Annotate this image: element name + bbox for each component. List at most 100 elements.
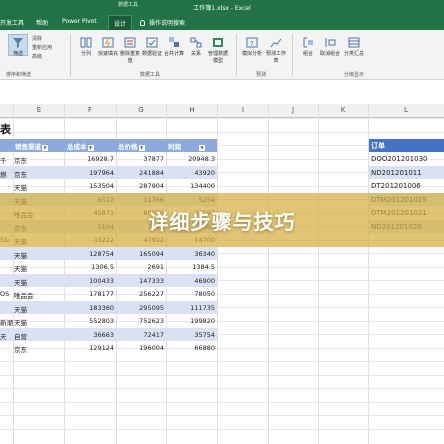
- cell-total-cost[interactable]: 16928.7: [87, 155, 114, 163]
- what-if-icon: ?: [246, 37, 258, 48]
- cell-profit[interactable]: 43920: [194, 169, 215, 177]
- cell-profit[interactable]: 35754: [194, 331, 215, 339]
- group-sort-filter: 排序和筛选: [6, 72, 32, 78]
- header-total-cost[interactable]: 总成本 ▼: [67, 141, 94, 151]
- cell-profit[interactable]: 66880: [194, 344, 215, 352]
- what-if-button[interactable]: ? 模拟分析: [242, 36, 262, 58]
- text-to-columns-button[interactable]: 分列: [76, 36, 96, 58]
- column-header[interactable]: G: [116, 106, 166, 114]
- forecast-sheet-button[interactable]: 预测工作表: [266, 36, 286, 65]
- tell-me-search[interactable]: 操作说明搜索: [140, 18, 185, 27]
- cell-prefix[interactable]: 燃: [0, 169, 7, 179]
- cell-profit[interactable]: 1384.5: [192, 263, 215, 271]
- table-row: 天猫 100433 147333 46900: [0, 273, 217, 287]
- cell-total-cost[interactable]: 1306.5: [91, 263, 114, 271]
- cell-total-cost[interactable]: 128754: [89, 250, 114, 258]
- cell-channel[interactable]: 京东: [14, 169, 27, 179]
- cell-total-cost[interactable]: 178177: [89, 290, 114, 298]
- cell-total-cost[interactable]: 552803: [89, 317, 114, 325]
- order-header-label: 订单: [371, 142, 385, 150]
- column-header[interactable]: L: [368, 106, 444, 114]
- data-validation-button[interactable]: 数据验证: [142, 36, 162, 58]
- cell-total-price[interactable]: 147333: [139, 277, 164, 285]
- header-total-price[interactable]: 总价格 ▼: [118, 141, 145, 151]
- cell-total-price[interactable]: 37877: [143, 155, 164, 163]
- group-button[interactable]: 组合: [298, 36, 318, 58]
- cell-total-price[interactable]: 256227: [139, 290, 164, 298]
- cell-channel[interactable]: 天猫: [14, 317, 27, 327]
- cell-channel[interactable]: 京东: [14, 155, 27, 165]
- advanced-filter[interactable]: 高级: [32, 53, 42, 60]
- cell-channel[interactable]: 天猫: [14, 182, 27, 192]
- flash-fill-button[interactable]: 快速填充: [98, 36, 118, 58]
- cell-channel[interactable]: 天猫: [14, 277, 27, 287]
- cell-prefix[interactable]: OS: [0, 290, 9, 298]
- flash-fill-icon: [102, 37, 114, 48]
- cell-total-cost[interactable]: 36663: [93, 331, 114, 339]
- consolidate-button[interactable]: 合并计算: [164, 36, 184, 58]
- column-header[interactable]: J: [268, 106, 318, 114]
- cell-channel[interactable]: 天猫: [14, 263, 27, 273]
- table-row: 天猫 153504 287904 134400: [0, 179, 217, 193]
- subtotal-button[interactable]: 分类汇总: [344, 36, 364, 58]
- column-header[interactable]: K: [318, 106, 368, 114]
- order-id-cell[interactable]: ND201201011: [371, 169, 422, 177]
- cell-channel[interactable]: 京东: [14, 344, 27, 354]
- relationships-button[interactable]: 关系: [186, 36, 206, 58]
- clear-filter[interactable]: 清除: [32, 35, 42, 42]
- cell-prefix[interactable]: 千: [0, 155, 7, 165]
- relationships-icon: [190, 37, 202, 48]
- order-id-cell[interactable]: DOO201201030: [371, 155, 428, 163]
- dropdown-icon[interactable]: ▼: [199, 145, 205, 151]
- header-channel[interactable]: 销售渠道 ▼: [15, 141, 48, 151]
- cell-profit[interactable]: 134400: [190, 182, 215, 190]
- tab-developer[interactable]: 开发工具: [0, 18, 24, 27]
- tab-power-pivot[interactable]: Power Pivot: [62, 18, 97, 25]
- cell-total-cost[interactable]: 183360: [89, 304, 114, 312]
- cell-profit[interactable]: 46900: [194, 277, 215, 285]
- column-header[interactable]: I: [218, 106, 268, 114]
- cell-profit[interactable]: 199820: [190, 317, 215, 325]
- cell-total-price[interactable]: 295095: [139, 304, 164, 312]
- grid-line: [318, 104, 319, 444]
- filter-button[interactable]: 筛选: [8, 36, 28, 58]
- cell-prefix[interactable]: 天: [0, 331, 7, 341]
- cell-channel[interactable]: 天猫: [14, 250, 27, 260]
- tab-help[interactable]: 帮助: [36, 18, 48, 27]
- dropdown-icon[interactable]: ▼: [87, 145, 94, 151]
- cell-total-price[interactable]: 287904: [139, 182, 164, 190]
- cell-profit[interactable]: 111735: [190, 304, 215, 312]
- cell-channel[interactable]: 唯品会: [14, 290, 34, 300]
- dropdown-icon[interactable]: ▼: [138, 145, 145, 151]
- cell-channel[interactable]: 自营: [14, 331, 27, 341]
- header-profit[interactable]: 利润 ▼: [168, 141, 205, 151]
- ungroup-button[interactable]: 取消组合: [320, 36, 340, 58]
- order-header[interactable]: 订单: [369, 139, 444, 152]
- cell-profit[interactable]: 36340: [194, 250, 215, 258]
- data-model-button[interactable]: 管理数据模型: [208, 36, 228, 65]
- cell-prefix[interactable]: 新潮: [0, 317, 13, 327]
- cell-total-price[interactable]: 752623: [139, 317, 164, 325]
- cell-channel[interactable]: 天猫: [14, 304, 27, 314]
- cell-total-price[interactable]: 165094: [139, 250, 164, 258]
- column-header[interactable]: E: [14, 106, 64, 114]
- order-id-cell[interactable]: DT201201006: [371, 182, 421, 190]
- cell-profit[interactable]: 78050: [194, 290, 215, 298]
- grid-line: [0, 401, 444, 403]
- column-header[interactable]: H: [166, 106, 218, 114]
- cell-profit[interactable]: 20948.3: [188, 155, 215, 163]
- cell-total-price[interactable]: 72417: [143, 331, 164, 339]
- cell-total-cost[interactable]: 100433: [89, 277, 114, 285]
- cell-total-cost[interactable]: 197964: [89, 169, 114, 177]
- remove-duplicates-button[interactable]: 删除重复值: [120, 36, 140, 65]
- tab-design[interactable]: 设计: [108, 15, 133, 30]
- ribbon: 筛选 清除 重新应用 高级 排序和筛选 分列 快速填充 删除重复值 数据验证 合…: [0, 30, 444, 80]
- cell-total-cost[interactable]: 153504: [89, 182, 114, 190]
- reapply-filter[interactable]: 重新应用: [32, 44, 52, 51]
- cell-total-price[interactable]: 2691: [147, 263, 164, 271]
- cell-total-cost[interactable]: 129124: [89, 344, 114, 352]
- dropdown-icon[interactable]: ▼: [42, 145, 48, 151]
- column-header[interactable]: F: [64, 106, 116, 114]
- cell-total-price[interactable]: 196004: [139, 344, 164, 352]
- cell-total-price[interactable]: 241884: [139, 169, 164, 177]
